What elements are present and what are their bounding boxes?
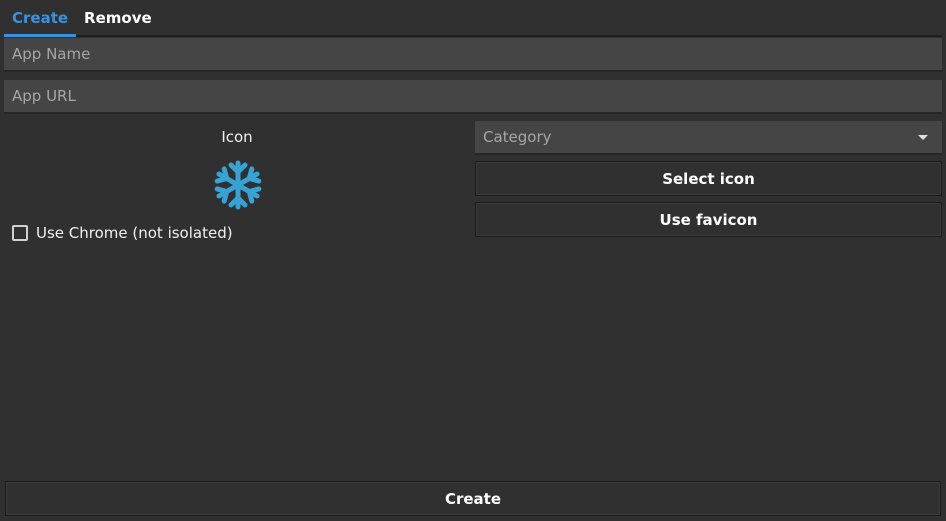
category-select[interactable]: Category: [475, 121, 942, 155]
use-favicon-button[interactable]: Use favicon: [475, 202, 942, 237]
use-chrome-checkbox[interactable]: [12, 225, 28, 241]
snowflake-icon-svg: [214, 160, 262, 210]
select-icon-button[interactable]: Select icon: [475, 161, 942, 196]
use-chrome-label: Use Chrome (not isolated): [36, 224, 233, 242]
app-url-input[interactable]: [4, 80, 942, 114]
tab-create[interactable]: Create: [4, 0, 77, 37]
app-name-input[interactable]: [4, 38, 942, 72]
snowflake-icon: [212, 158, 264, 212]
use-chrome-checkbox-row[interactable]: Use Chrome (not isolated): [12, 222, 233, 244]
tab-bar: Create Remove: [4, 0, 942, 37]
app-window: Create Remove Icon: [0, 0, 946, 521]
category-select-value: Category: [483, 128, 552, 146]
tab-remove[interactable]: Remove: [76, 0, 160, 35]
create-button[interactable]: Create: [5, 481, 941, 516]
icon-label: Icon: [221, 128, 253, 146]
chevron-down-icon: [918, 134, 928, 140]
